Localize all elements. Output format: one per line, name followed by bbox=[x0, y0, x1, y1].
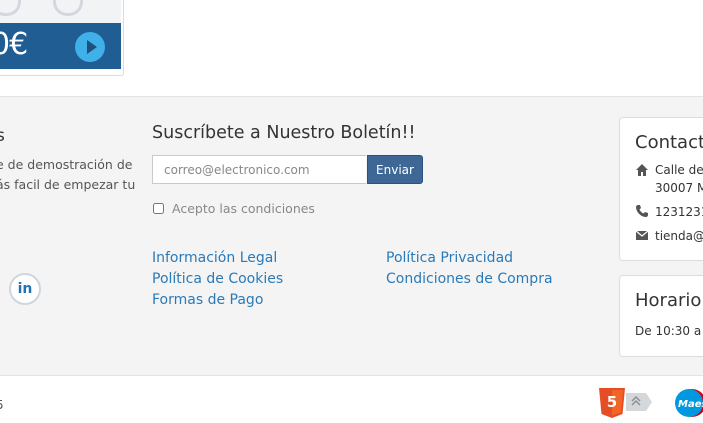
banner-price: 0€ bbox=[0, 27, 28, 62]
top-section: 0€ bbox=[0, 0, 703, 97]
newsletter-title: Suscríbete a Nuestro Boletín!! bbox=[152, 123, 416, 143]
car-wheel-icon bbox=[53, 0, 83, 16]
html5-label: 5 bbox=[607, 393, 617, 411]
about-title: s bbox=[0, 126, 5, 146]
car-image bbox=[0, 0, 121, 23]
maestro-icon: Maes bbox=[675, 389, 703, 417]
hours-text: De 10:30 a 2 bbox=[635, 324, 703, 338]
html5-icon: 5 bbox=[599, 388, 652, 418]
about-text-line: ás facil de empezar tu bbox=[0, 177, 136, 192]
link-cookies-policy[interactable]: Política de Cookies bbox=[152, 271, 283, 287]
link-purchase-conditions[interactable]: Condiciones de Compra bbox=[386, 271, 553, 287]
about-text: e de demostración de ás facil de empezar… bbox=[0, 155, 135, 195]
banner-price-bar: 0€ bbox=[0, 23, 121, 69]
play-icon[interactable] bbox=[75, 32, 105, 62]
newsletter-send-button[interactable]: Enviar bbox=[367, 155, 423, 184]
contact-title: Contacto bbox=[635, 132, 703, 153]
terms-label: Acepto las condiciones bbox=[172, 201, 315, 216]
newsletter-email-input[interactable] bbox=[152, 155, 366, 184]
envelope-icon bbox=[635, 230, 649, 240]
contact-address-line: 30007 M bbox=[655, 181, 703, 195]
hours-title: Horario bbox=[635, 290, 702, 311]
bottom-bar: 5 5 Maes bbox=[0, 376, 703, 423]
linkedin-icon[interactable]: in bbox=[9, 273, 41, 305]
about-text-line: e de demostración de bbox=[0, 157, 133, 172]
product-banner[interactable]: 0€ bbox=[0, 0, 124, 76]
home-icon bbox=[636, 164, 648, 176]
contact-address-line: Calle de bbox=[655, 163, 703, 177]
car-wheel-icon bbox=[0, 0, 21, 16]
hours-card: Horario De 10:30 a 2 bbox=[619, 275, 703, 357]
copyright-text: 5 bbox=[0, 398, 4, 412]
contact-phone: 1231231 bbox=[655, 205, 703, 219]
terms-checkbox[interactable] bbox=[153, 203, 164, 214]
contact-card: Contacto Calle de 30007 M 1231231 tienda… bbox=[619, 117, 703, 261]
link-legal-info[interactable]: Información Legal bbox=[152, 250, 277, 266]
footer: s e de demostración de ás facil de empez… bbox=[0, 97, 703, 376]
phone-icon bbox=[636, 205, 648, 217]
contact-email: tienda@ bbox=[655, 229, 703, 243]
maestro-label: Maes bbox=[678, 399, 703, 410]
link-payment-methods[interactable]: Formas de Pago bbox=[152, 292, 263, 308]
link-privacy-policy[interactable]: Política Privacidad bbox=[386, 250, 513, 266]
